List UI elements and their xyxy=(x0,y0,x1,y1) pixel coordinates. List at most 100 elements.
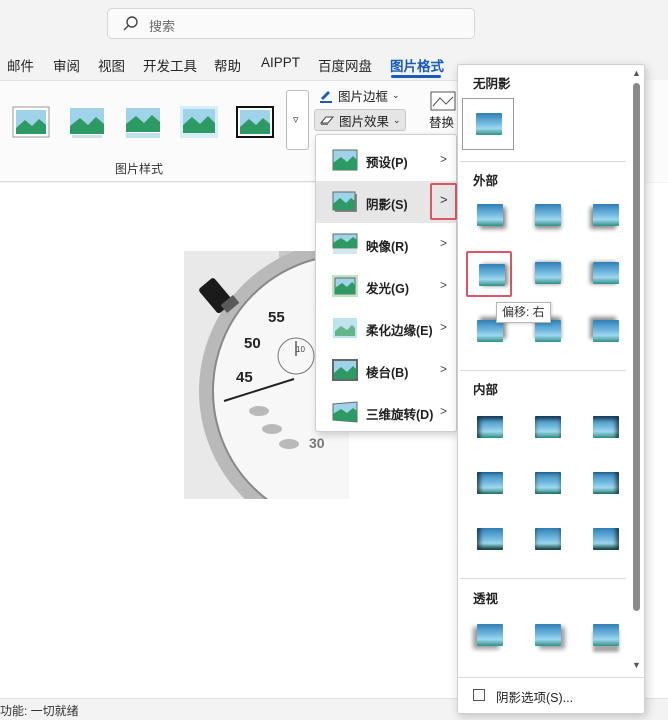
picture-style-1[interactable] xyxy=(12,106,50,138)
menu-item-label: 三维旋转(D) xyxy=(366,408,434,422)
thumbnail xyxy=(535,262,561,284)
title-bar: 搜索 xyxy=(0,0,668,48)
menu-item-label: 发光(G) xyxy=(366,282,410,296)
thumbnail xyxy=(593,262,619,284)
divider xyxy=(460,370,626,371)
section-no-shadow: 无阴影 xyxy=(473,77,511,91)
thumbnail xyxy=(593,624,619,646)
shadow-option-outer-6[interactable] xyxy=(582,251,628,297)
shadow-options-row[interactable]: 阴影选项(S)... .... xyxy=(458,677,644,713)
section-inner: 内部 xyxy=(473,383,499,397)
chevron-down-icon: ⌄ xyxy=(393,114,401,125)
shadow-option-inner-5[interactable] xyxy=(524,461,570,507)
tab-review[interactable]: 审阅 xyxy=(53,55,80,75)
thumbnail xyxy=(535,320,561,342)
shadow-option-inner-9[interactable] xyxy=(582,517,628,563)
shadow-option-inner-2[interactable] xyxy=(524,405,570,451)
thumbnail xyxy=(593,204,619,226)
bevel-icon xyxy=(332,359,358,381)
shadow-submenu-arrow[interactable]: > xyxy=(430,183,457,220)
thumbnail xyxy=(477,204,503,226)
shadow-option-inner-3[interactable] xyxy=(582,405,628,451)
chevron-right-icon: > xyxy=(440,362,448,376)
shadow-option-none[interactable] xyxy=(462,98,514,150)
menu-item-3d-rotation[interactable]: 三维旋转(D) > xyxy=(316,391,456,433)
shadow-option-outer-4[interactable] xyxy=(466,251,512,297)
chevron-right-icon: > xyxy=(440,320,448,334)
scroll-down-icon[interactable]: ▼ xyxy=(632,660,641,670)
thumbnail xyxy=(593,528,619,550)
tab-help[interactable]: 帮助 xyxy=(214,55,241,75)
chevron-down-icon: ⌄ xyxy=(392,89,400,100)
thumbnail xyxy=(593,416,619,438)
tab-picture-format[interactable]: 图片格式 xyxy=(390,55,444,75)
chevron-down-icon: ▿ xyxy=(293,114,299,126)
tooltip: 偏移: 右 xyxy=(496,302,551,323)
scroll-thumb[interactable] xyxy=(633,83,640,611)
tab-baidu-netdisk[interactable]: 百度网盘 xyxy=(318,55,372,75)
glow-icon xyxy=(332,275,358,297)
gallery-more-button[interactable]: ▿ xyxy=(286,90,309,150)
thumbnail xyxy=(477,472,503,494)
active-tab-indicator xyxy=(391,75,441,78)
shadow-option-inner-4[interactable] xyxy=(466,461,512,507)
thumbnail xyxy=(535,204,561,226)
shadow-option-outer-1[interactable] xyxy=(466,193,512,239)
thumbnail xyxy=(535,528,561,550)
scroll-up-icon[interactable]: ▲ xyxy=(632,68,641,78)
shadow-icon xyxy=(332,191,357,212)
tab-developer[interactable]: 开发工具 xyxy=(143,55,197,75)
reflection-icon xyxy=(332,233,358,254)
group-label-picture-styles: 图片样式 xyxy=(115,162,164,176)
thumbnail xyxy=(479,264,505,286)
picture-border-label: 图片边框 xyxy=(338,89,389,104)
shadow-option-perspective-3[interactable] xyxy=(582,613,628,659)
picture-style-4[interactable] xyxy=(180,106,218,138)
menu-item-glow[interactable]: 发光(G) > xyxy=(316,265,456,307)
picture-style-2[interactable] xyxy=(68,106,106,138)
tab-aippt[interactable]: AIPPT xyxy=(261,55,300,70)
shadow-option-inner-6[interactable] xyxy=(582,461,628,507)
preset-icon xyxy=(332,149,358,171)
menu-item-preset[interactable]: 预设(P) > xyxy=(316,139,456,181)
picture-effects-button[interactable]: 图片效果 ⌄ xyxy=(314,109,406,131)
thumbnail xyxy=(477,528,503,550)
panel-scrollbar[interactable]: ▲ ▼ xyxy=(628,65,644,713)
tab-view[interactable]: 视图 xyxy=(98,55,125,75)
divider xyxy=(460,161,626,162)
chevron-right-icon: > xyxy=(440,404,448,418)
shadow-option-outer-5[interactable] xyxy=(524,251,570,297)
picture-border-button[interactable]: 图片边框 ⌄ xyxy=(314,84,404,106)
menu-item-soft-edges[interactable]: 柔化边缘(E) > xyxy=(316,307,456,349)
shadow-option-outer-2[interactable] xyxy=(524,193,570,239)
effects-icon xyxy=(319,116,335,125)
shadow-option-inner-8[interactable] xyxy=(524,517,570,563)
picture-effects-menu: 预设(P) > 阴影(S) 映像(R) > 发光(G) > 柔化边缘(E) > … xyxy=(315,134,457,432)
thumbnail xyxy=(535,416,561,438)
picture-style-3[interactable] xyxy=(124,106,162,138)
dial-number: 45 xyxy=(236,369,253,386)
chevron-right-icon: > xyxy=(440,192,448,207)
chevron-right-icon: > xyxy=(440,152,448,166)
soft-edges-icon xyxy=(333,318,357,338)
thumbnail xyxy=(593,320,619,342)
shadow-option-outer-9[interactable] xyxy=(582,309,628,355)
section-outer: 外部 xyxy=(473,174,499,188)
shadow-option-inner-7[interactable] xyxy=(466,517,512,563)
menu-item-reflection[interactable]: 映像(R) > xyxy=(316,223,456,265)
shadow-option-perspective-1[interactable] xyxy=(466,613,512,659)
replace-picture-button[interactable]: 替换 xyxy=(425,90,461,136)
shadow-gallery-panel: 无阴影 外部 内部 透视 ▲ ▼ 阴影选项(S)... .... xyxy=(457,64,645,714)
picture-style-5[interactable] xyxy=(236,106,274,138)
resize-grip-icon[interactable]: .... xyxy=(542,707,555,713)
shadow-option-inner-1[interactable] xyxy=(466,405,512,451)
tab-mail[interactable]: 邮件 xyxy=(7,55,34,75)
shadow-option-outer-3[interactable] xyxy=(582,193,628,239)
thumbnail xyxy=(477,624,503,646)
3d-rotation-icon xyxy=(332,401,358,423)
dial-number: 10 xyxy=(296,345,305,354)
search-box[interactable]: 搜索 xyxy=(107,8,475,39)
shadow-option-perspective-2[interactable] xyxy=(524,613,570,659)
menu-item-bevel[interactable]: 棱台(B) > xyxy=(316,349,456,391)
menu-item-label: 阴影(S) xyxy=(366,198,408,212)
